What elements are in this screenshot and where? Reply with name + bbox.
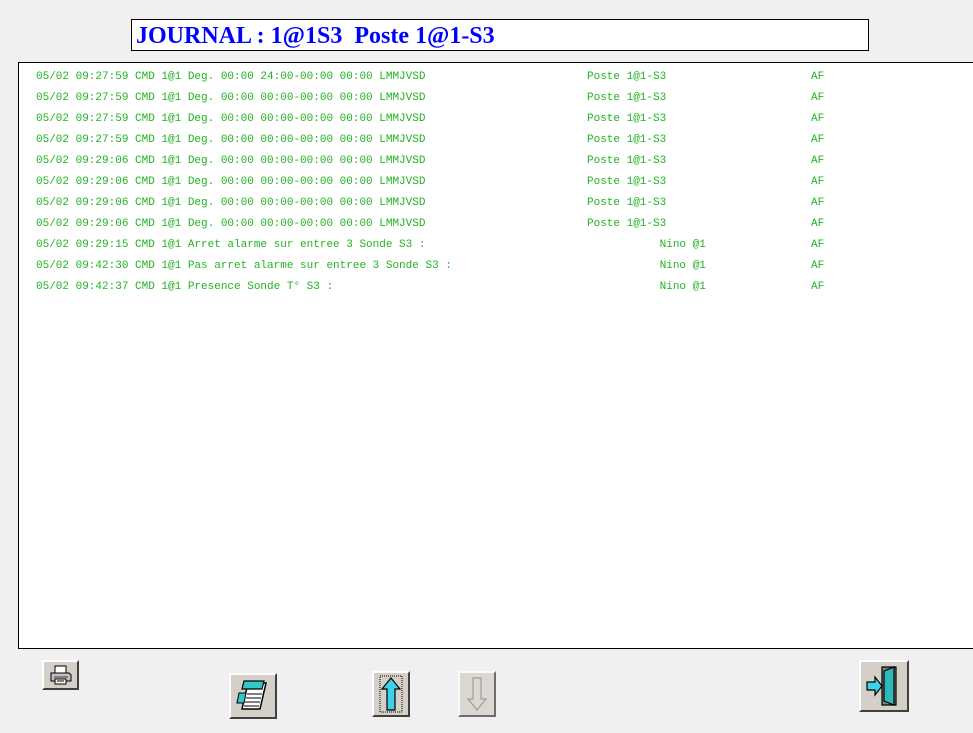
log-message: 05/02 09:29:06 CMD 1@1 Deg. 00:00 00:00-… [36, 176, 426, 188]
log-list[interactable]: 05/02 09:27:59 CMD 1@1 Deg. 00:00 24:00-… [18, 62, 973, 649]
log-message: 05/02 09:29:06 CMD 1@1 Deg. 00:00 00:00-… [36, 218, 426, 230]
log-message: 05/02 09:42:37 CMD 1@1 Presence Sonde T°… [36, 281, 334, 293]
journal-window: JOURNAL : 1@1S3 Poste 1@1-S3 05/02 09:27… [0, 0, 973, 733]
log-source: Poste 1@1-S3 [587, 113, 667, 125]
log-source: Poste 1@1-S3 [587, 155, 667, 167]
log-source: Poste 1@1-S3 [587, 134, 667, 146]
log-message: 05/02 09:27:59 CMD 1@1 Deg. 00:00 00:00-… [36, 113, 426, 125]
log-code: AF [811, 260, 825, 272]
log-code: AF [811, 176, 825, 188]
log-message: 05/02 09:27:59 CMD 1@1 Deg. 00:00 00:00-… [36, 134, 426, 146]
log-row: 05/02 09:29:06 CMD 1@1 Deg. 00:00 00:00-… [19, 151, 973, 171]
log-row: 05/02 09:29:15 CMD 1@1 Arret alarme sur … [19, 235, 973, 255]
log-row: 05/02 09:27:59 CMD 1@1 Deg. 00:00 00:00-… [19, 130, 973, 150]
exit-button[interactable] [859, 660, 909, 712]
log-code: AF [811, 197, 825, 209]
log-message: 05/02 09:42:30 CMD 1@1 Pas arret alarme … [36, 260, 452, 272]
printer-icon [49, 665, 73, 685]
log-code: AF [811, 92, 825, 104]
log-message: 05/02 09:29:06 CMD 1@1 Deg. 00:00 00:00-… [36, 155, 426, 167]
log-row: 05/02 09:27:59 CMD 1@1 Deg. 00:00 00:00-… [19, 88, 973, 108]
arrow-up-icon [379, 675, 403, 713]
log-code: AF [811, 71, 825, 83]
log-row: 05/02 09:27:59 CMD 1@1 Deg. 00:00 24:00-… [19, 67, 973, 87]
notes-button[interactable] [229, 673, 277, 719]
page-title: JOURNAL : 1@1S3 Poste 1@1-S3 [136, 23, 495, 49]
log-row: 05/02 09:27:59 CMD 1@1 Deg. 00:00 00:00-… [19, 109, 973, 129]
log-source: Nino @1 [587, 281, 706, 293]
log-source: Poste 1@1-S3 [587, 176, 667, 188]
log-code: AF [811, 134, 825, 146]
log-row: 05/02 09:29:06 CMD 1@1 Deg. 00:00 00:00-… [19, 214, 973, 234]
log-source: Nino @1 [587, 239, 706, 251]
log-source: Poste 1@1-S3 [587, 71, 667, 83]
log-message: 05/02 09:27:59 CMD 1@1 Deg. 00:00 24:00-… [36, 71, 426, 83]
log-source: Poste 1@1-S3 [587, 218, 667, 230]
print-button[interactable] [42, 660, 79, 690]
title-box: JOURNAL : 1@1S3 Poste 1@1-S3 [131, 19, 869, 51]
log-source: Nino @1 [587, 260, 706, 272]
log-code: AF [811, 281, 825, 293]
log-code: AF [811, 113, 825, 125]
log-row: 05/02 09:42:30 CMD 1@1 Pas arret alarme … [19, 256, 973, 276]
log-row: 05/02 09:42:37 CMD 1@1 Presence Sonde T°… [19, 277, 973, 297]
log-message: 05/02 09:27:59 CMD 1@1 Deg. 00:00 00:00-… [36, 92, 426, 104]
exit-door-icon [864, 665, 904, 707]
log-source: Poste 1@1-S3 [587, 197, 667, 209]
log-source: Poste 1@1-S3 [587, 92, 667, 104]
scroll-down-button[interactable] [458, 671, 496, 717]
log-row: 05/02 09:29:06 CMD 1@1 Deg. 00:00 00:00-… [19, 193, 973, 213]
scroll-up-button[interactable] [372, 671, 410, 717]
log-row: 05/02 09:29:06 CMD 1@1 Deg. 00:00 00:00-… [19, 172, 973, 192]
arrow-down-icon [465, 675, 489, 713]
log-code: AF [811, 218, 825, 230]
log-message: 05/02 09:29:06 CMD 1@1 Deg. 00:00 00:00-… [36, 197, 426, 209]
notepad-icon [236, 679, 270, 713]
log-code: AF [811, 155, 825, 167]
log-message: 05/02 09:29:15 CMD 1@1 Arret alarme sur … [36, 239, 426, 251]
log-code: AF [811, 239, 825, 251]
